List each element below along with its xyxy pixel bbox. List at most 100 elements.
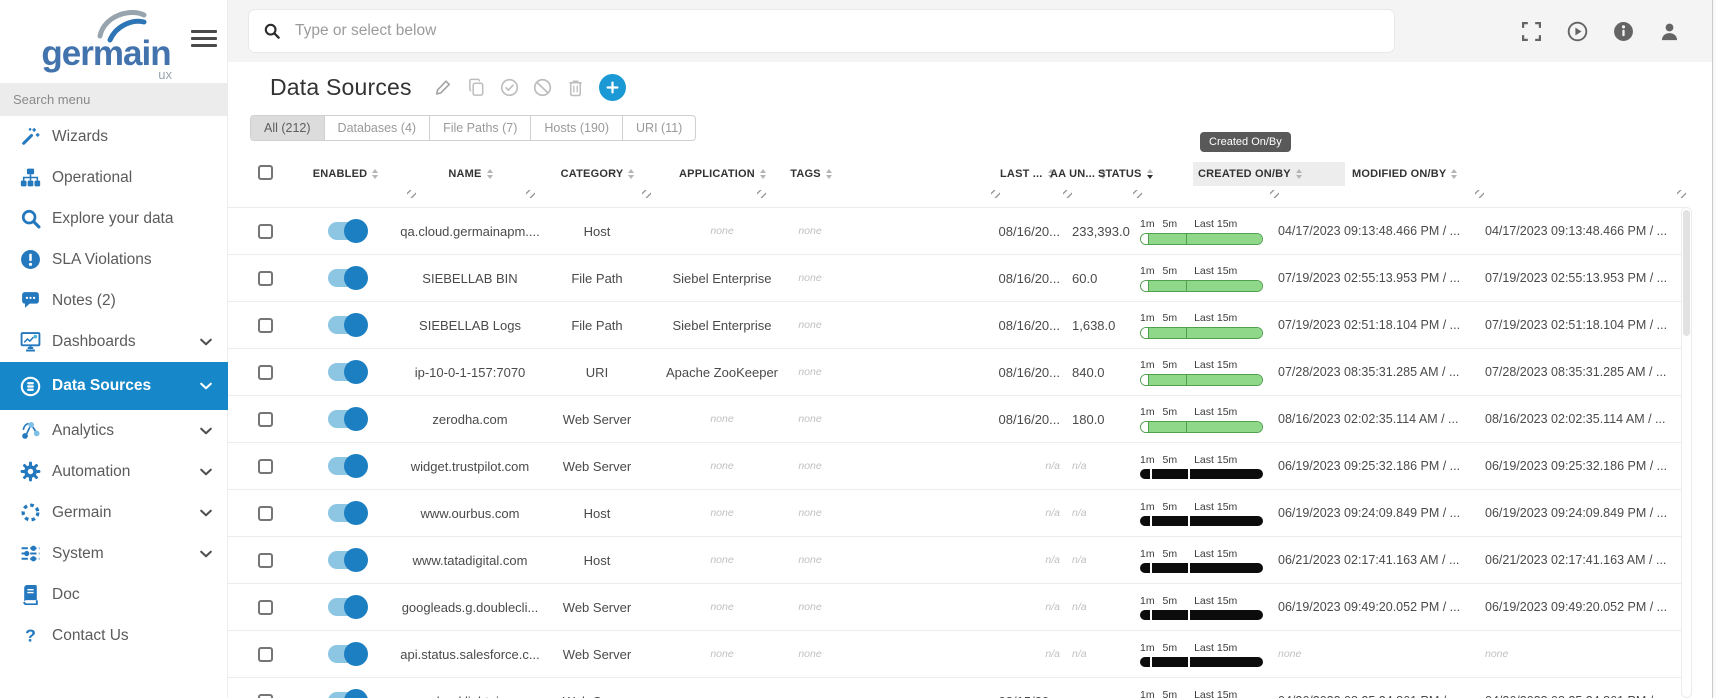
enabled-toggle[interactable]	[328, 222, 365, 240]
table-row[interactable]: qa.cloud.germainapm.... Host none none 0…	[228, 208, 1688, 255]
sidebar-item-data-sources[interactable]: Data Sources	[0, 362, 228, 410]
enabled-toggle[interactable]	[328, 645, 365, 663]
info-icon[interactable]	[1613, 21, 1634, 42]
select-all-checkbox[interactable]	[258, 165, 273, 180]
svg-text:?: ?	[25, 625, 36, 645]
table-row[interactable]: www.tatadigital.com Host none none n/a n…	[228, 537, 1688, 584]
hamburger-menu-icon[interactable]	[191, 26, 217, 51]
enabled-toggle[interactable]	[328, 504, 365, 522]
enabled-toggle[interactable]	[328, 692, 365, 698]
column-resize-grip[interactable]	[642, 190, 651, 198]
chevron-down-icon	[198, 334, 214, 350]
sidebar-item-sla-violations[interactable]: SLA Violations	[0, 239, 228, 280]
sidebar-item-contact-us[interactable]: ? Contact Us	[0, 615, 228, 656]
table-row[interactable]: SIEBELLAB BIN File Path Siebel Enterpris…	[228, 255, 1688, 302]
table-row[interactable]: ip-10-0-1-157:7070 URI Apache ZooKeeper …	[228, 349, 1688, 396]
row-checkbox[interactable]	[258, 318, 273, 333]
scrollbar-thumb[interactable]	[1683, 210, 1690, 336]
enabled-toggle[interactable]	[328, 598, 365, 616]
col-header-created[interactable]: CREATED ON/BY	[1193, 162, 1345, 186]
row-checkbox[interactable]	[258, 224, 273, 239]
tab-all-212[interactable]: All (212)	[250, 115, 325, 141]
search-icon	[17, 208, 43, 230]
copy-icon[interactable]	[467, 78, 486, 97]
check-circle-icon[interactable]	[500, 78, 519, 97]
sidebar-item-automation[interactable]: Automation	[0, 451, 228, 492]
col-header-last[interactable]: LAST ...	[1000, 162, 1054, 186]
tab-file-paths-7[interactable]: File Paths (7)	[430, 115, 531, 141]
enabled-toggle[interactable]	[328, 551, 365, 569]
created-cell: 06/19/2023 09:25:32.186 PM / ...	[1278, 443, 1488, 489]
sidebar-item-germain[interactable]: Germain	[0, 492, 228, 533]
notes-icon	[17, 290, 43, 312]
sidebar-search-input[interactable]	[0, 83, 228, 116]
gear-icon	[17, 461, 43, 483]
column-resize-grip[interactable]	[407, 190, 416, 198]
application-cell: none	[657, 490, 787, 536]
trash-icon[interactable]	[566, 78, 585, 97]
table-row[interactable]: widget.trustpilot.com Web Server none no…	[228, 443, 1688, 490]
column-resize-grip[interactable]	[1133, 190, 1142, 198]
row-checkbox[interactable]	[258, 600, 273, 615]
sidebar-item-operational[interactable]: Operational	[0, 157, 228, 198]
tab-databases-4[interactable]: Databases (4)	[325, 115, 431, 141]
sidebar-item-notes-2[interactable]: Notes (2)	[0, 280, 228, 321]
enabled-toggle[interactable]	[328, 457, 365, 475]
name-cell: SIEBELLAB BIN	[385, 255, 555, 301]
column-resize-grip[interactable]	[526, 190, 535, 198]
tags-cell: none	[775, 349, 845, 395]
pencil-icon[interactable]	[434, 78, 453, 97]
status-cell: 1m 5mLast 15m	[1140, 678, 1263, 698]
column-resize-grip[interactable]	[991, 190, 1000, 198]
table-row[interactable]: googleads.g.doublecli... Web Server none…	[228, 584, 1688, 631]
col-header-name[interactable]: NAME	[428, 162, 513, 186]
row-checkbox[interactable]	[258, 271, 273, 286]
column-resize-grip[interactable]	[757, 190, 766, 198]
enabled-toggle[interactable]	[328, 410, 365, 428]
sidebar-item-system[interactable]: System	[0, 533, 228, 574]
col-header-enabled[interactable]: ENABLED	[303, 162, 388, 186]
tab-uri-11[interactable]: URI (11)	[623, 115, 696, 141]
global-search-box[interactable]	[248, 9, 1395, 53]
column-resize-grip[interactable]	[1270, 190, 1279, 198]
sidebar-item-dashboards[interactable]: Dashboards	[0, 321, 228, 362]
column-resize-grip[interactable]	[1475, 190, 1484, 198]
col-header-application[interactable]: APPLICATION	[660, 162, 785, 186]
col-header-tags[interactable]: TAGS	[780, 162, 842, 186]
table-row[interactable]: api.status.salesforce.c... Web Server no…	[228, 631, 1688, 678]
enabled-toggle[interactable]	[328, 363, 365, 381]
col-header-category[interactable]: CATEGORY	[545, 162, 650, 186]
row-checkbox[interactable]	[258, 412, 273, 427]
add-button[interactable]	[599, 74, 626, 101]
sidebar-item-wizards[interactable]: Wizards	[0, 116, 228, 157]
global-search-input[interactable]	[293, 21, 1380, 41]
sidebar-item-doc[interactable]: Doc	[0, 574, 228, 615]
table-row[interactable]: www.ourbus.com Host none none n/a n/a 1m…	[228, 490, 1688, 537]
user-icon[interactable]	[1659, 21, 1680, 42]
sidebar-item-explore-your-data[interactable]: Explore your data	[0, 198, 228, 239]
table-row[interactable]: zerodha.com Web Server none none 08/16/2…	[228, 396, 1688, 443]
row-checkbox[interactable]	[258, 365, 273, 380]
row-checkbox[interactable]	[258, 553, 273, 568]
sidebar-item-analytics[interactable]: Analytics	[0, 410, 228, 451]
row-checkbox[interactable]	[258, 506, 273, 521]
ban-icon[interactable]	[533, 78, 552, 97]
col-header-modified[interactable]: MODIFIED ON/BY	[1352, 162, 1457, 186]
logo-swoosh-icon	[92, 6, 150, 46]
column-resize-grip[interactable]	[1063, 190, 1072, 198]
enabled-toggle[interactable]	[328, 316, 365, 334]
row-checkbox[interactable]	[258, 694, 273, 698]
enabled-toggle[interactable]	[328, 269, 365, 287]
table-row[interactable]: cloud.lightni... Web Server none none 08…	[228, 678, 1688, 698]
created-cell: 04/26/2023 08:25:24.861 PM / ...	[1278, 678, 1488, 698]
row-checkbox[interactable]	[258, 459, 273, 474]
table-row[interactable]: SIEBELLAB Logs File Path Siebel Enterpri…	[228, 302, 1688, 349]
play-icon[interactable]	[1567, 21, 1588, 42]
column-resize-grip[interactable]	[1677, 190, 1686, 198]
row-checkbox[interactable]	[258, 647, 273, 662]
fullscreen-icon[interactable]	[1521, 21, 1542, 42]
col-header-status[interactable]: STATUS	[1098, 162, 1153, 186]
tab-hosts-190[interactable]: Hosts (190)	[531, 115, 623, 141]
category-cell: Web Server	[537, 396, 657, 442]
category-cell: File Path	[537, 302, 657, 348]
